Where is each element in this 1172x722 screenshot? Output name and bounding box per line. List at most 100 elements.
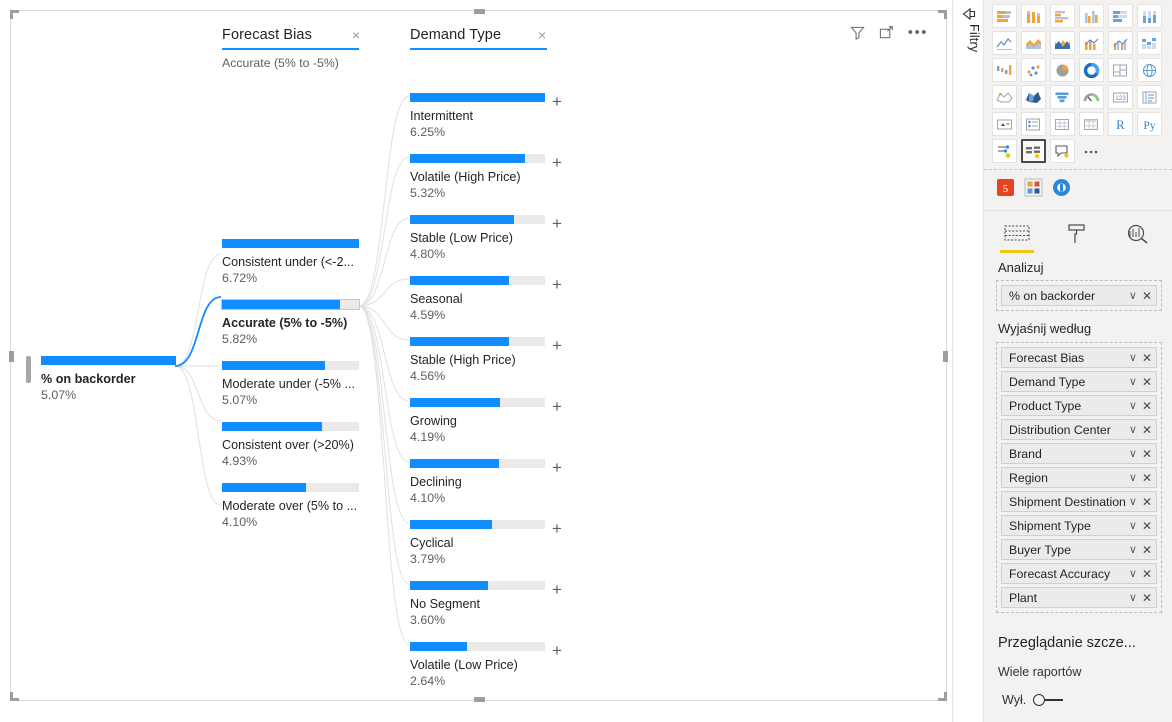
card-icon[interactable]: 123: [1108, 85, 1133, 109]
filled-map-icon[interactable]: [992, 85, 1017, 109]
remove-field-icon[interactable]: ✕: [1142, 543, 1152, 557]
slicer-icon[interactable]: [1021, 112, 1046, 136]
tree-node-intermittent[interactable]: + Intermittent 6.25%: [410, 93, 562, 139]
field-chip-product-type[interactable]: Product Type ∨ ✕: [1001, 395, 1157, 416]
field-chip-shipment-type[interactable]: Shipment Type ∨ ✕: [1001, 515, 1157, 536]
chevron-down-icon[interactable]: ∨: [1129, 447, 1137, 460]
format-tab[interactable]: [1060, 223, 1094, 253]
field-chip-shipment-destination[interactable]: Shipment Destination ∨ ✕: [1001, 491, 1157, 512]
area-chart-icon[interactable]: [1021, 31, 1046, 55]
tree-node-consistent-over[interactable]: Consistent over (>20%) 4.93%: [222, 422, 359, 468]
chevron-down-icon[interactable]: ∨: [1129, 423, 1137, 436]
100-stacked-bar-chart-icon[interactable]: [1108, 4, 1133, 28]
drillthrough-toggle-row[interactable]: Wył.: [984, 679, 1172, 707]
remove-field-icon[interactable]: ✕: [1142, 519, 1152, 533]
ribbon-chart-icon[interactable]: [1137, 31, 1162, 55]
waterfall-chart-icon[interactable]: [992, 58, 1017, 82]
selection-handle-top-center[interactable]: [474, 9, 485, 14]
tree-node-moderate-under[interactable]: Moderate under (-5% ... 5.07%: [222, 361, 359, 407]
chevron-down-icon[interactable]: ∨: [1129, 289, 1137, 302]
selection-handle-middle-right[interactable]: [943, 351, 948, 362]
field-chip-distribution-center[interactable]: Distribution Center ∨ ✕: [1001, 419, 1157, 440]
field-chip-demand-type[interactable]: Demand Type ∨ ✕: [1001, 371, 1157, 392]
tree-node-volatile-high-price[interactable]: + Volatile (High Price) 5.32%: [410, 154, 562, 200]
power-apps-icon[interactable]: [1052, 178, 1071, 202]
remove-field-icon[interactable]: ✕: [1142, 447, 1152, 461]
more-visuals-icon[interactable]: [1079, 139, 1104, 163]
remove-level-forecast-bias-icon[interactable]: ×: [352, 28, 360, 42]
clustered-bar-chart-icon[interactable]: [1050, 4, 1075, 28]
level-title[interactable]: Demand Type: [410, 27, 501, 46]
matrix-icon[interactable]: [1079, 112, 1104, 136]
expand-node-icon[interactable]: +: [552, 459, 562, 476]
expand-node-icon[interactable]: +: [552, 154, 562, 171]
tree-node-stable-high-price[interactable]: + Stable (High Price) 4.56%: [410, 337, 562, 383]
funnel-icon[interactable]: [1050, 85, 1075, 109]
stacked-column-chart-icon[interactable]: [1021, 4, 1046, 28]
treemap-icon[interactable]: [1108, 58, 1133, 82]
remove-field-icon[interactable]: ✕: [1142, 351, 1152, 365]
shape-map-icon[interactable]: [1021, 85, 1046, 109]
expand-node-icon[interactable]: +: [552, 581, 562, 598]
tree-node-growing[interactable]: + Growing 4.19%: [410, 398, 562, 444]
pie-chart-icon[interactable]: [1050, 58, 1075, 82]
remove-level-demand-type-icon[interactable]: ×: [538, 28, 546, 42]
expand-node-icon[interactable]: +: [552, 276, 562, 293]
visual-vertical-scrollbar[interactable]: [26, 11, 31, 702]
expand-node-icon[interactable]: +: [552, 398, 562, 415]
kpi-icon[interactable]: [992, 112, 1017, 136]
analytics-tab[interactable]: [1120, 223, 1154, 253]
scatter-chart-icon[interactable]: [1021, 58, 1046, 82]
decomposition-tree-visual[interactable]: ••• Forecast Bias × Accurate (5% to -5%)…: [9, 9, 948, 702]
tree-node-moderate-over[interactable]: Moderate over (5% to ... 4.10%: [222, 483, 359, 529]
tree-node-root[interactable]: % on backorder 5.07%: [41, 356, 176, 402]
filter-icon[interactable]: [850, 25, 865, 40]
python-visual-icon[interactable]: Py: [1137, 112, 1162, 136]
table-icon[interactable]: [1050, 112, 1075, 136]
key-influencers-icon[interactable]: [992, 139, 1017, 163]
remove-field-icon[interactable]: ✕: [1142, 591, 1152, 605]
expand-node-icon[interactable]: +: [552, 337, 562, 354]
field-chip-plant[interactable]: Plant ∨ ✕: [1001, 587, 1157, 608]
field-chip-forecast-bias[interactable]: Forecast Bias ∨ ✕: [1001, 347, 1157, 368]
selection-handle-bottom-center[interactable]: [474, 697, 485, 702]
remove-field-icon[interactable]: ✕: [1142, 495, 1152, 509]
line-clustered-column-chart-icon[interactable]: [1108, 31, 1133, 55]
tree-node-accurate[interactable]: Accurate (5% to -5%) 5.82%: [221, 299, 360, 346]
analyze-field-well[interactable]: % on backorder ∨ ✕: [996, 280, 1162, 311]
field-chip-buyer-type[interactable]: Buyer Type ∨ ✕: [1001, 539, 1157, 560]
donut-chart-icon[interactable]: [1079, 58, 1104, 82]
html-content-icon[interactable]: 5: [996, 178, 1015, 202]
selection-handle-bottom-right[interactable]: [938, 692, 947, 701]
chevron-down-icon[interactable]: ∨: [1129, 567, 1137, 580]
remove-field-icon[interactable]: ✕: [1142, 423, 1152, 437]
multiple-reports-toggle[interactable]: [1033, 694, 1064, 706]
focus-mode-icon[interactable]: [879, 25, 894, 40]
scrollbar-thumb[interactable]: [26, 356, 31, 383]
chevron-down-icon[interactable]: ∨: [1129, 351, 1137, 364]
line-stacked-column-chart-icon[interactable]: [1079, 31, 1104, 55]
chevron-down-icon[interactable]: ∨: [1129, 399, 1137, 412]
tree-node-no-segment[interactable]: + No Segment 3.60%: [410, 581, 562, 627]
line-chart-icon[interactable]: [992, 31, 1017, 55]
clustered-column-chart-icon[interactable]: [1079, 4, 1104, 28]
expand-node-icon[interactable]: +: [552, 215, 562, 232]
expand-node-icon[interactable]: +: [552, 642, 562, 659]
stacked-area-chart-icon[interactable]: [1050, 31, 1075, 55]
remove-field-icon[interactable]: ✕: [1142, 567, 1152, 581]
map-icon[interactable]: [1137, 58, 1162, 82]
remove-field-icon[interactable]: ✕: [1142, 375, 1152, 389]
tree-node-cyclical[interactable]: + Cyclical 3.79%: [410, 520, 562, 566]
tree-node-stable-low-price[interactable]: + Stable (Low Price) 4.80%: [410, 215, 562, 261]
selection-handle-middle-left[interactable]: [9, 351, 14, 362]
gauge-icon[interactable]: [1079, 85, 1104, 109]
field-chip-forecast-accuracy[interactable]: Forecast Accuracy ∨ ✕: [1001, 563, 1157, 584]
filters-pane-label[interactable]: Filtry: [957, 24, 981, 52]
tree-node-consistent-under[interactable]: Consistent under (<-2... 6.72%: [222, 239, 359, 285]
stacked-bar-chart-icon[interactable]: [992, 4, 1017, 28]
chevron-down-icon[interactable]: ∨: [1129, 471, 1137, 484]
selection-handle-top-left[interactable]: [10, 10, 19, 19]
expand-node-icon[interactable]: +: [552, 520, 562, 537]
qna-icon[interactable]: [1050, 139, 1075, 163]
remove-field-icon[interactable]: ✕: [1142, 399, 1152, 413]
